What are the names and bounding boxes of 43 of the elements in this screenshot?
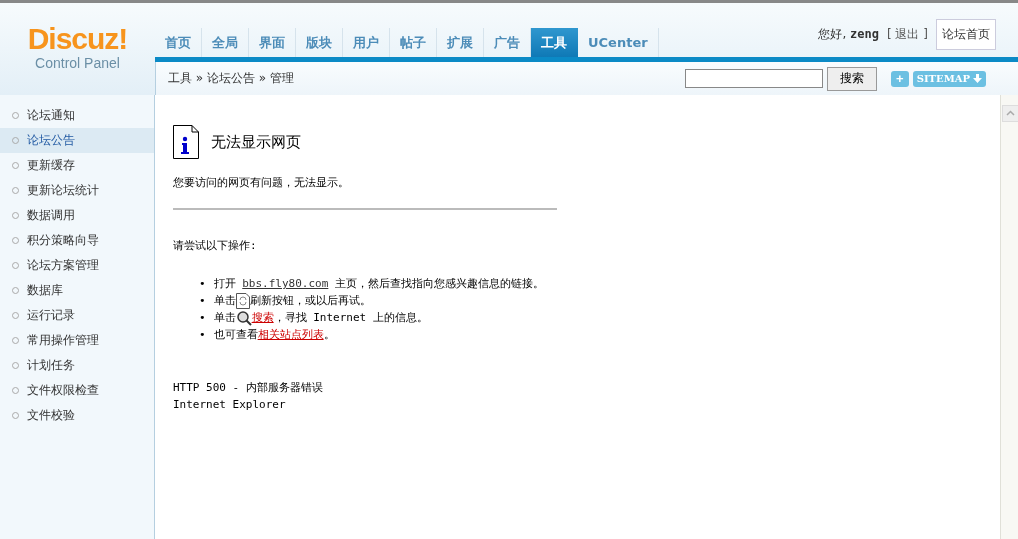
search-field[interactable]: [684, 69, 823, 88]
sidebar-item[interactable]: 更新缓存: [0, 153, 154, 178]
bullet-mark: •: [199, 276, 206, 292]
down-arrow-icon: [973, 74, 982, 83]
logo-title: Discuz!: [27, 23, 128, 55]
text-link[interactable]: 相关站点列表: [257, 328, 324, 341]
suggestion-text: 单击 搜索，寻找 Internet 上的信息。: [213, 309, 428, 326]
sidebar-item[interactable]: 计划任务: [0, 353, 154, 378]
error-title: 无法显示网页: [211, 132, 301, 152]
forum-home-button[interactable]: 论坛首页: [936, 19, 996, 50]
error-message: 您要访问的网页有问题，无法显示。: [173, 175, 350, 190]
bullet-mark: •: [199, 293, 206, 309]
sidebar-item[interactable]: 积分策略向导: [0, 228, 154, 253]
browser-name: Internet Explorer: [173, 397, 287, 413]
suggestion-text: 单击 刷新按钮，或以后再试。: [213, 292, 371, 309]
sidebar-item[interactable]: 论坛通知: [0, 103, 154, 128]
sidebar-item[interactable]: 文件校验: [0, 403, 154, 428]
sidebar-item[interactable]: 文件权限检查: [0, 378, 154, 403]
suggestion-text: 打开 bbs.fly80.com 主页，然后查找指向您感兴趣信息的链接。: [213, 276, 544, 292]
text-link[interactable]: 搜索: [251, 311, 274, 324]
sidebar-item[interactable]: 数据调用: [0, 203, 154, 228]
error-code: HTTP 500 - 内部服务器错误: [173, 380, 324, 396]
sidebar-item[interactable]: 更新论坛统计: [0, 178, 154, 203]
search-button[interactable]: 搜索: [826, 66, 877, 91]
bullet-mark: •: [199, 310, 206, 326]
scroll-up-icon[interactable]: [1002, 105, 1018, 122]
refresh-icon: [235, 293, 250, 309]
search-icon: [235, 310, 252, 326]
sidebar-item[interactable]: 论坛公告: [0, 128, 154, 153]
sidebar-item[interactable]: 运行记录: [0, 303, 154, 328]
user-greeting: 您好, zeng: [818, 26, 879, 43]
logout-link[interactable]: [ 退出 ]: [887, 26, 928, 43]
info-document-icon: [173, 125, 199, 159]
sidebar-item[interactable]: 常用操作管理: [0, 328, 154, 353]
breadcrumb: 工具 » 论坛公告 » 管理: [168, 70, 294, 87]
url-link[interactable]: bbs.fly80.com: [242, 277, 329, 290]
suggestion-text: 也可查看相关站点列表。: [213, 327, 335, 343]
bullet-mark: •: [199, 327, 206, 343]
sidebar-item[interactable]: 数据库: [0, 278, 154, 303]
suggestions-prompt: 请尝试以下操作:: [173, 238, 258, 253]
sidebar-item[interactable]: 论坛方案管理: [0, 253, 154, 278]
nav-tab[interactable]: 工具: [531, 28, 578, 57]
logo-subtitle: Control Panel: [35, 55, 120, 71]
